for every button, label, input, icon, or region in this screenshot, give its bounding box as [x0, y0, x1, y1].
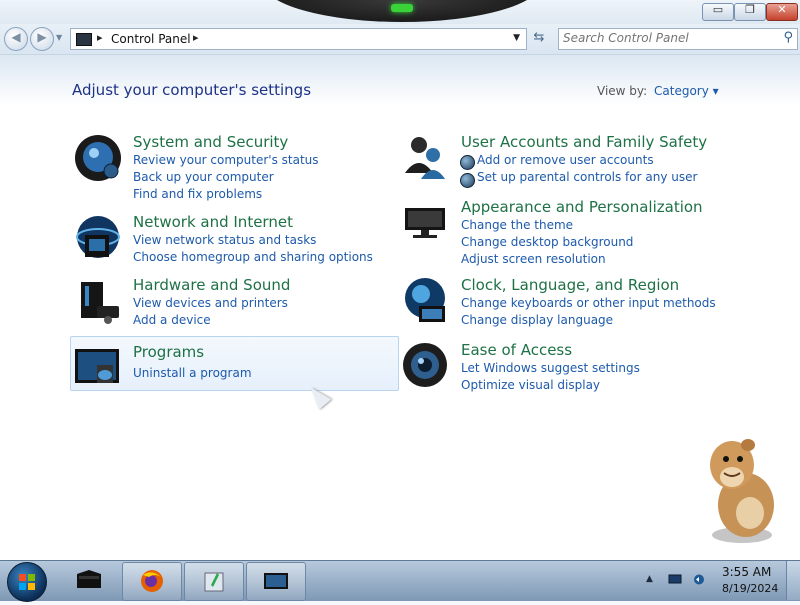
- category-hardware-sound: Hardware and Sound View devices and prin…: [73, 276, 393, 327]
- category-link[interactable]: Adjust screen resolution: [461, 252, 606, 266]
- category-link[interactable]: Optimize visual display: [461, 378, 600, 392]
- category-link[interactable]: Change display language: [461, 313, 613, 327]
- users-icon: [405, 137, 445, 179]
- network-globe-icon: [76, 216, 120, 258]
- taskbar-app-notepad[interactable]: [184, 562, 244, 601]
- category-link[interactable]: View network status and tasks: [133, 233, 316, 247]
- category-appearance: Appearance and Personalization Change th…: [401, 198, 731, 266]
- back-arrow-icon: ◀: [11, 30, 21, 44]
- notepad-icon: [204, 572, 224, 592]
- category-title[interactable]: System and Security: [133, 133, 288, 151]
- search-icon[interactable]: ⚲: [783, 30, 793, 45]
- category-link[interactable]: Change keyboards or other input methods: [461, 296, 716, 310]
- taskbar: ▲ 3:55 AM 8/19/2024: [0, 560, 800, 602]
- speaker-tray-icon[interactable]: [692, 574, 706, 585]
- main-content: Adjust your computer's settings View by:…: [0, 55, 800, 560]
- network-tray-icon[interactable]: [668, 574, 682, 585]
- uac-shield-icon: [460, 173, 475, 188]
- category-link[interactable]: Add or remove user accounts: [477, 153, 654, 167]
- taskbar-app-firefox[interactable]: [122, 562, 182, 601]
- ease-of-access-icon: [403, 343, 447, 387]
- category-clock-language: Clock, Language, and Region Change keybo…: [401, 276, 731, 327]
- category-link[interactable]: Back up your computer: [133, 170, 274, 184]
- minimize-button[interactable]: ▭: [702, 3, 734, 21]
- category-title[interactable]: Appearance and Personalization: [461, 198, 703, 216]
- taskbar-app[interactable]: [60, 562, 118, 599]
- windows-logo-icon: [19, 574, 35, 590]
- taskbar-app-control-panel[interactable]: [246, 562, 306, 601]
- breadcrumb-chevron-icon[interactable]: ▸: [193, 31, 199, 44]
- category-title[interactable]: Ease of Access: [461, 341, 572, 359]
- category-link[interactable]: Uninstall a program: [133, 366, 252, 380]
- category-link[interactable]: Choose homegroup and sharing options: [133, 250, 373, 264]
- category-link[interactable]: Review your computer's status: [133, 153, 319, 167]
- title-bar[interactable]: ▭ ❐ ✕: [0, 0, 800, 24]
- page-title: Adjust your computer's settings: [72, 81, 312, 99]
- maximize-button[interactable]: ❐: [734, 3, 766, 21]
- desktop-app-icon: [77, 570, 101, 588]
- category-title[interactable]: Clock, Language, and Region: [461, 276, 679, 294]
- category-system-security: System and Security Review your computer…: [73, 133, 393, 201]
- category-user-accounts: User Accounts and Family Safety Add or r…: [401, 133, 731, 188]
- refresh-button[interactable]: ⇆: [528, 28, 550, 48]
- recent-pages-dropdown-icon[interactable]: ▼: [56, 33, 62, 42]
- uac-shield-icon: [460, 155, 475, 170]
- back-button[interactable]: ◀: [4, 27, 28, 51]
- start-button[interactable]: [7, 562, 47, 602]
- forward-button[interactable]: ▶: [30, 27, 54, 51]
- close-button[interactable]: ✕: [766, 3, 798, 21]
- category-link[interactable]: Change desktop background: [461, 235, 633, 249]
- category-title[interactable]: Programs: [133, 343, 204, 361]
- view-by-dropdown[interactable]: Category ▾: [654, 84, 719, 98]
- address-bar[interactable]: ▸ Control Panel ▸ ▼: [70, 28, 527, 50]
- clock-date[interactable]: 8/19/2024: [722, 582, 778, 595]
- clock-time[interactable]: 3:55 AM: [722, 565, 771, 579]
- category-programs: Programs Uninstall a program: [73, 343, 393, 388]
- show-desktop-button[interactable]: [786, 561, 800, 600]
- show-hidden-icons-icon[interactable]: ▲: [646, 574, 653, 584]
- search-input[interactable]: [563, 31, 763, 45]
- shield-orb-icon: [75, 135, 121, 181]
- refresh-icon: ⇆: [533, 30, 545, 45]
- category-link[interactable]: Add a device: [133, 313, 211, 327]
- category-link[interactable]: Find and fix problems: [133, 187, 262, 201]
- control-panel-icon: [76, 33, 92, 46]
- programs-monitor-icon: [75, 349, 119, 383]
- category-link[interactable]: Let Windows suggest settings: [461, 361, 640, 375]
- forward-arrow-icon: ▶: [37, 30, 47, 44]
- breadcrumb[interactable]: Control Panel: [111, 32, 191, 46]
- printer-speaker-icon: [81, 282, 119, 324]
- control-panel-window: ▭ ❐ ✕ ◀ ▶ ▼ ▸ Control Panel ▸ ▼ ⇆ ⚲ Adju…: [0, 0, 800, 560]
- breadcrumb-chevron-icon[interactable]: ▸: [97, 31, 103, 44]
- category-link[interactable]: Set up parental controls for any user: [477, 170, 697, 184]
- category-title[interactable]: User Accounts and Family Safety: [461, 133, 707, 151]
- category-link[interactable]: Change the theme: [461, 218, 573, 232]
- navigation-bar: ◀ ▶ ▼ ▸ Control Panel ▸ ▼ ⇆ ⚲: [0, 24, 800, 55]
- theme-ornament: [262, 0, 542, 22]
- view-by-label: View by:: [597, 84, 648, 98]
- search-box[interactable]: ⚲: [558, 28, 798, 50]
- category-network-internet: Network and Internet View network status…: [73, 213, 393, 264]
- category-title[interactable]: Network and Internet: [133, 213, 293, 231]
- monitor-icon: [405, 208, 445, 238]
- category-ease-of-access: Ease of Access Let Windows suggest setti…: [401, 341, 731, 392]
- category-link[interactable]: View devices and printers: [133, 296, 288, 310]
- firefox-icon: [141, 570, 163, 592]
- category-title[interactable]: Hardware and Sound: [133, 276, 290, 294]
- clock-globe-icon: [405, 278, 445, 322]
- hamster-desktop-pet-icon[interactable]: [702, 435, 782, 545]
- control-panel-icon: [264, 573, 288, 589]
- address-dropdown-icon[interactable]: ▼: [513, 33, 520, 43]
